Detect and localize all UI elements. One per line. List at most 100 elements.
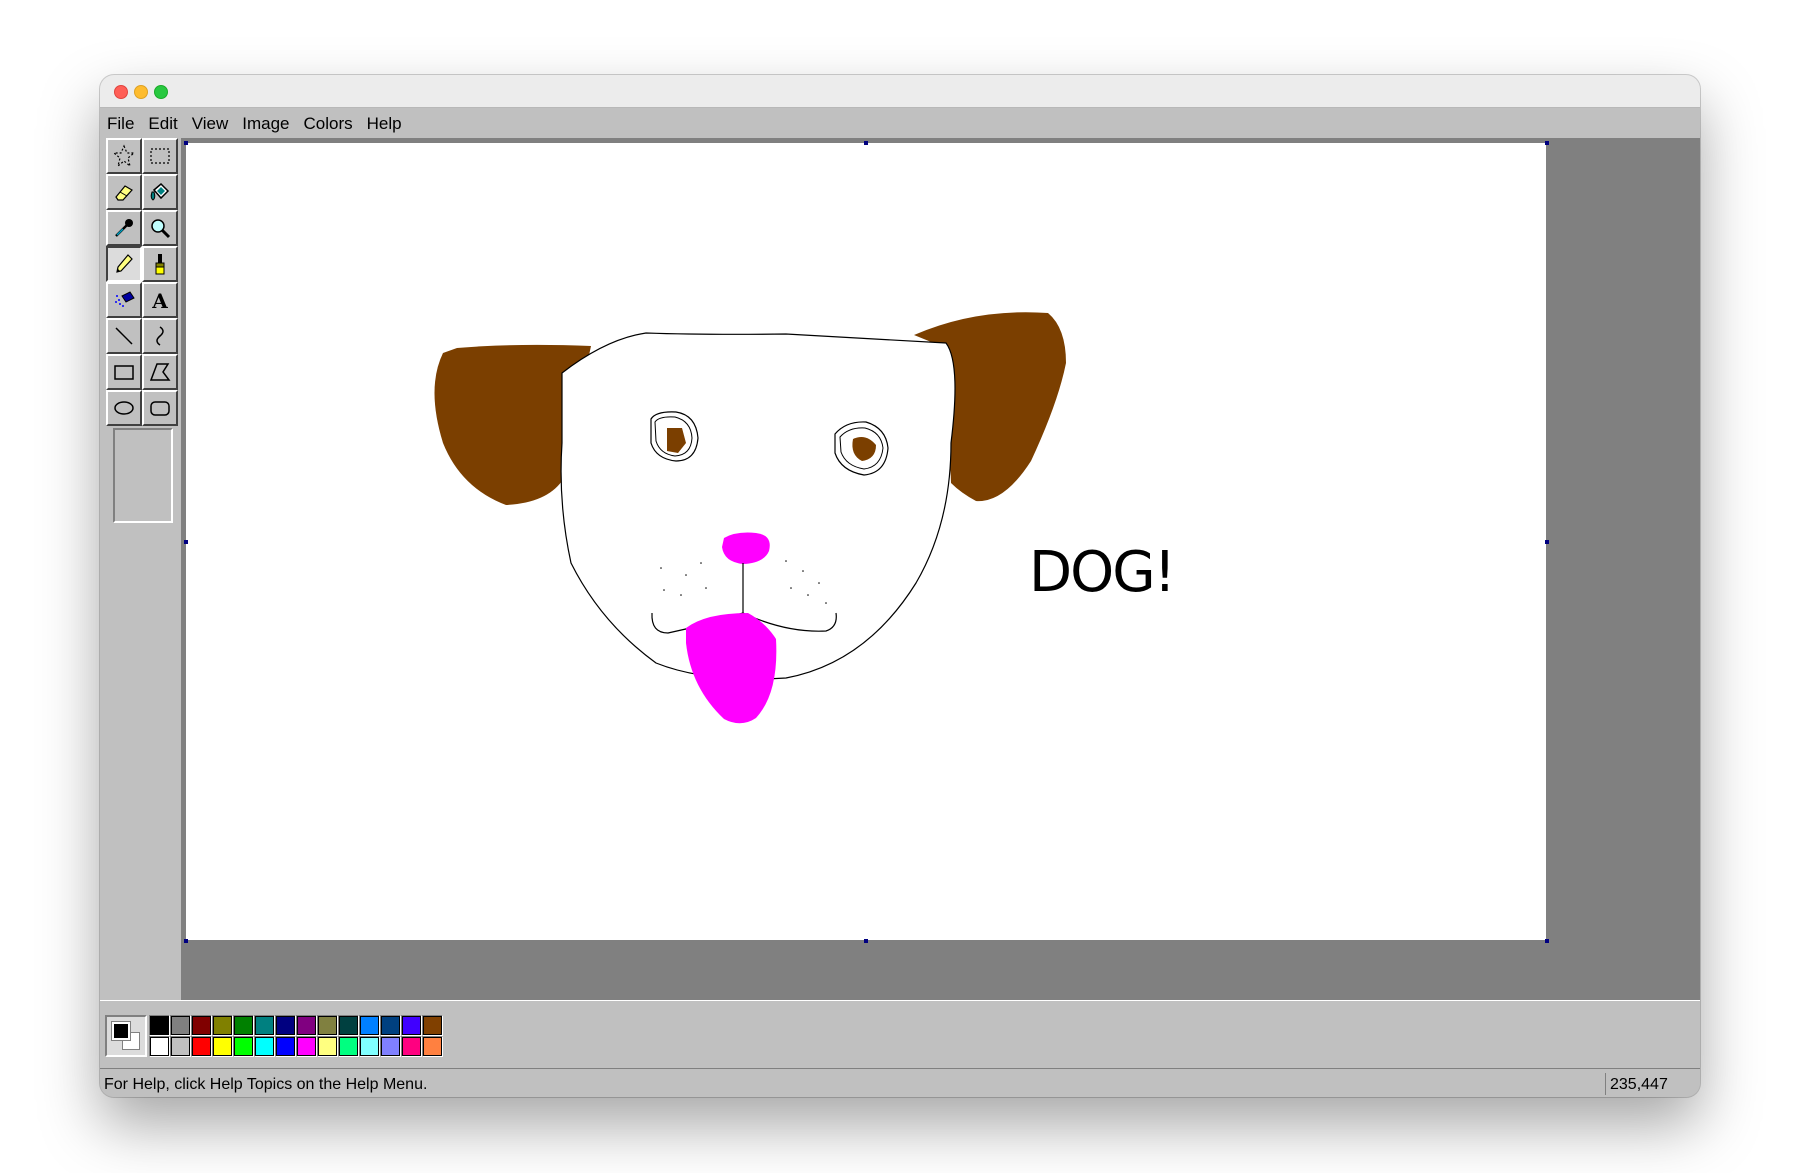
tool-airbrush[interactable]: [106, 282, 142, 318]
palette-color-bottom-5[interactable]: [233, 1036, 254, 1057]
star-select-icon: [112, 144, 136, 168]
zoom-window-button[interactable]: [154, 85, 168, 99]
palette-color-top-12[interactable]: [380, 1015, 401, 1036]
palette-color-bottom-4[interactable]: [212, 1036, 233, 1057]
tool-rectangle[interactable]: [106, 354, 142, 390]
palette-color-top-4[interactable]: [212, 1015, 233, 1036]
palette-color-bottom-9[interactable]: [317, 1036, 338, 1057]
resize-handle-bottom-left[interactable]: [184, 939, 188, 943]
paint-bucket-icon: [150, 182, 170, 201]
resize-handle-middle-left[interactable]: [184, 540, 188, 544]
menu-image[interactable]: Image: [242, 112, 289, 136]
palette-color-fill: [339, 1037, 358, 1056]
tool-pick-color[interactable]: [106, 210, 142, 246]
rounded-rectangle-icon: [150, 401, 170, 416]
palette-color-bottom-12[interactable]: [380, 1036, 401, 1057]
tool-pencil[interactable]: [106, 246, 142, 282]
palette-color-bottom-1[interactable]: [149, 1036, 170, 1057]
palette-color-top-2[interactable]: [170, 1015, 191, 1036]
palette-color-fill: [171, 1037, 190, 1056]
palette-color-fill: [297, 1037, 316, 1056]
palette-color-fill: [234, 1016, 253, 1035]
title-bar: [100, 75, 1700, 108]
canvas-workspace: DOG!: [181, 138, 1700, 1000]
tool-options-box[interactable]: [113, 428, 173, 523]
palette-color-bottom-6[interactable]: [254, 1036, 275, 1057]
pencil-icon: [116, 254, 133, 273]
menu-edit[interactable]: Edit: [148, 112, 177, 136]
palette-color-top-1[interactable]: [149, 1015, 170, 1036]
palette-color-top-7[interactable]: [275, 1015, 296, 1036]
palette-color-bottom-2[interactable]: [170, 1036, 191, 1057]
resize-handle-top-right[interactable]: [1545, 141, 1549, 145]
resize-handle-bottom-right[interactable]: [1545, 939, 1549, 943]
menu-help[interactable]: Help: [367, 112, 402, 136]
palette-color-bottom-3[interactable]: [191, 1036, 212, 1057]
close-window-button[interactable]: [114, 85, 128, 99]
palette-color-top-3[interactable]: [191, 1015, 212, 1036]
resize-handle-top-left[interactable]: [184, 141, 188, 145]
palette-color-fill: [255, 1016, 274, 1035]
palette-color-fill: [360, 1016, 379, 1035]
resize-handle-bottom-middle[interactable]: [864, 939, 868, 943]
tool-magnifier[interactable]: [142, 210, 178, 246]
dog-drawing: DOG!: [434, 312, 1176, 724]
resize-handle-middle-right[interactable]: [1545, 540, 1549, 544]
palette-color-fill: [192, 1016, 211, 1035]
palette-color-fill: [192, 1037, 211, 1056]
tool-curve[interactable]: [142, 318, 178, 354]
airbrush-icon: [115, 291, 135, 307]
palette-color-fill: [318, 1016, 337, 1035]
menu-colors[interactable]: Colors: [304, 112, 353, 136]
tool-ellipse[interactable]: [106, 390, 142, 426]
eyedropper-icon: [115, 219, 133, 237]
palette-color-top-6[interactable]: [254, 1015, 275, 1036]
text-icon: A: [151, 289, 168, 312]
color-palette: [149, 1015, 443, 1057]
drawing-canvas[interactable]: DOG!: [186, 143, 1546, 940]
palette-color-fill: [276, 1037, 295, 1056]
palette-color-fill: [297, 1016, 316, 1035]
palette-color-top-9[interactable]: [317, 1015, 338, 1036]
status-help-text: For Help, click Help Topics on the Help …: [104, 1076, 428, 1093]
tool-text[interactable]: A: [142, 282, 178, 318]
palette-color-bottom-11[interactable]: [359, 1036, 380, 1057]
tool-rounded-rectangle[interactable]: [142, 390, 178, 426]
menu-file[interactable]: File: [107, 112, 134, 136]
svg-text:A: A: [151, 289, 168, 312]
minimize-window-button[interactable]: [134, 85, 148, 99]
menu-bar: File Edit View Image Colors Help: [100, 108, 1700, 139]
palette-color-bottom-8[interactable]: [296, 1036, 317, 1057]
ellipse-icon: [114, 401, 134, 415]
tool-grid: A: [106, 138, 178, 426]
palette-color-bottom-7[interactable]: [275, 1036, 296, 1057]
palette-color-fill: [381, 1037, 400, 1056]
tool-brush[interactable]: [142, 246, 178, 282]
tool-free-form-select[interactable]: [106, 138, 142, 174]
paint-window: File Edit View Image Colors Help A DOG! …: [100, 75, 1700, 1097]
palette-color-top-5[interactable]: [233, 1015, 254, 1036]
palette-color-top-14[interactable]: [422, 1015, 443, 1036]
brush-icon: [155, 254, 165, 275]
palette-color-top-8[interactable]: [296, 1015, 317, 1036]
tool-fill-with-color[interactable]: [142, 174, 178, 210]
tool-line[interactable]: [106, 318, 142, 354]
status-bar: For Help, click Help Topics on the Help …: [100, 1068, 1700, 1097]
tool-eraser[interactable]: [106, 174, 142, 210]
current-colors-indicator[interactable]: [105, 1015, 147, 1057]
palette-color-fill: [150, 1037, 169, 1056]
palette-color-top-13[interactable]: [401, 1015, 422, 1036]
resize-handle-top-middle[interactable]: [864, 141, 868, 145]
palette-color-fill: [234, 1037, 253, 1056]
tool-polygon[interactable]: [142, 354, 178, 390]
palette-color-bottom-13[interactable]: [401, 1036, 422, 1057]
palette-color-bottom-14[interactable]: [422, 1036, 443, 1057]
foreground-color-swatch: [111, 1021, 131, 1041]
palette-color-bottom-10[interactable]: [338, 1036, 359, 1057]
palette-color-top-11[interactable]: [359, 1015, 380, 1036]
menu-view[interactable]: View: [192, 112, 229, 136]
palette-color-fill: [339, 1016, 358, 1035]
palette-color-fill: [255, 1037, 274, 1056]
tool-select[interactable]: [142, 138, 178, 174]
palette-color-top-10[interactable]: [338, 1015, 359, 1036]
